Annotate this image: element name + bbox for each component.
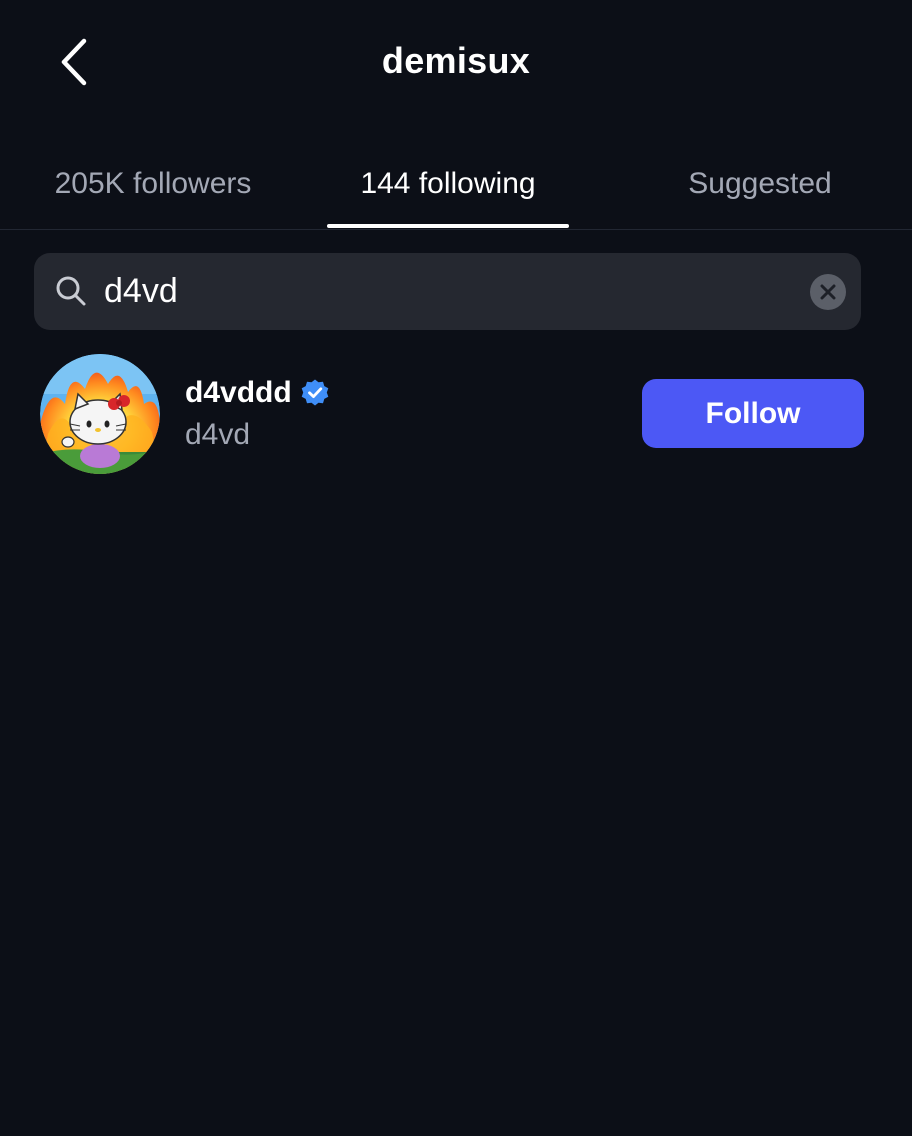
- avatar[interactable]: [40, 354, 160, 474]
- tab-suggested[interactable]: Suggested: [632, 140, 888, 228]
- user-list-item[interactable]: d4vddd d4vd Follow: [0, 350, 912, 480]
- header: demisux: [0, 0, 912, 124]
- display-name: d4vd: [185, 418, 251, 451]
- tab-bar: 205K followers 144 following Suggested: [0, 140, 912, 230]
- username: d4vddd: [185, 376, 292, 409]
- tab-following[interactable]: 144 following: [327, 140, 569, 228]
- page-title: demisux: [381, 40, 531, 81]
- username-line: d4vddd: [185, 376, 330, 410]
- hello-kitty-avatar: [40, 354, 160, 474]
- search-bar[interactable]: [34, 253, 861, 330]
- clear-search-button[interactable]: [810, 274, 846, 310]
- clear-icon: [820, 284, 836, 300]
- verified-badge-icon: [301, 379, 328, 406]
- active-tab-indicator: [327, 224, 569, 228]
- tab-followers[interactable]: 205K followers: [12, 140, 294, 228]
- follow-button[interactable]: Follow: [642, 379, 864, 448]
- search-icon: [56, 276, 86, 306]
- following-screen: demisux 205K followers 144 following Sug…: [0, 0, 912, 1136]
- search-input[interactable]: [104, 253, 804, 330]
